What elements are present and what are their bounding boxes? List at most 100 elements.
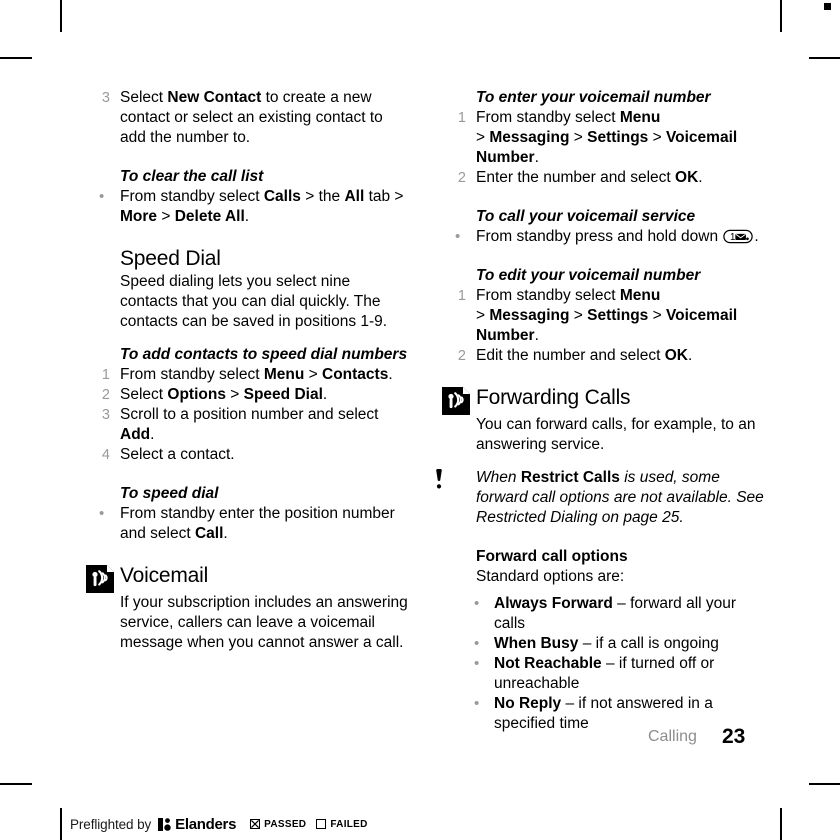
passed-label: PASSED xyxy=(264,818,307,830)
heading-to-enter-your-voicemail-number: To enter your voicemail number xyxy=(476,89,711,106)
separator-1: > xyxy=(569,307,588,324)
left-column: 3 Select New Contact to create a new cont… xyxy=(86,88,408,653)
text-pre: Select xyxy=(120,386,168,403)
heading-to-clear-the-call-list: To clear the call list xyxy=(120,168,264,185)
menu-term-menu: Menu xyxy=(619,287,661,304)
list-item: • From standby enter the position number … xyxy=(96,504,408,544)
section-voicemail: Voicemail xyxy=(86,563,408,593)
option-dash: – xyxy=(578,635,596,652)
note-text-pre: When xyxy=(476,469,521,486)
text-end: . xyxy=(534,327,539,344)
option-description: if a call is ongoing xyxy=(595,635,719,652)
bullet-marker: • xyxy=(455,228,461,245)
forward-call-options-list: • Always Forward – forward all your calls… xyxy=(452,594,764,734)
add-contacts-steps-list: 1 From standby select Menu > Contacts. 2S… xyxy=(96,365,408,465)
list-item: • Always Forward – forward all your calls xyxy=(452,594,764,634)
list-item: 2 Enter the number and select OK. xyxy=(452,168,764,188)
list-item: 1 From standby select Menu > Messaging > S… xyxy=(452,108,764,168)
step-number: 3 xyxy=(101,90,110,106)
note-exclamation-icon xyxy=(432,468,446,491)
list-item: 3 Select New Contact to create a new cont… xyxy=(96,88,408,148)
failed-checkbox[interactable] xyxy=(316,819,327,829)
right-column: To enter your voicemail number 1 From sta… xyxy=(436,88,764,734)
option-name: Always Forward xyxy=(494,595,613,612)
text-pre: Select a contact. xyxy=(120,446,235,463)
menu-term-all: All xyxy=(344,188,365,205)
preflight-brand-name: Elanders xyxy=(175,815,237,833)
text-end: . xyxy=(754,228,759,245)
menu-term-restrict-calls: Restrict Calls xyxy=(520,469,620,486)
step-number: 2 xyxy=(457,170,466,186)
step-number: 1 xyxy=(457,288,466,304)
enter-voicemail-steps-list: 1 From standby select Menu > Messaging > S… xyxy=(452,108,764,188)
section-forwarding-calls: Forwarding Calls xyxy=(442,385,764,415)
preflight-check-group: PASSED FAILED xyxy=(250,819,378,830)
heading-speed-dial: Speed Dial xyxy=(120,247,221,270)
text-pre: Enter the number and select xyxy=(476,169,676,186)
menu-term-menu: Menu xyxy=(263,366,305,383)
text-end: . xyxy=(687,347,693,364)
to-speed-dial-bullets: • From standby enter the position number … xyxy=(96,504,408,544)
menu-term-messaging: Messaging xyxy=(489,307,570,324)
text-pre: From standby select xyxy=(476,287,620,304)
list-item: 1 From standby select Menu > Contacts. xyxy=(96,365,408,385)
list-item: • Not Reachable – if turned off or unreac… xyxy=(452,654,764,694)
menu-term-menu: Menu xyxy=(619,109,661,126)
heading-to-add-contacts-to-speed-dial-numbers: To add contacts to speed dial numbers xyxy=(120,346,408,363)
preflight-failed-item: FAILED xyxy=(316,819,367,830)
list-item: • From standby select Calls > the All tab… xyxy=(96,187,408,227)
list-item: 1 From standby select Menu > Messaging > S… xyxy=(452,286,764,346)
list-item: • From standby press and hold down 1. xyxy=(452,227,764,247)
edit-voicemail-steps-list: 1 From standby select Menu > Messaging > S… xyxy=(452,286,764,366)
option-dash: – xyxy=(601,655,619,672)
separator-2: > xyxy=(648,307,666,324)
footer-page-number: 23 xyxy=(722,725,746,748)
bullet-marker: • xyxy=(474,695,480,712)
bullet-marker: • xyxy=(474,655,480,672)
heading-to-speed-dial: To speed dial xyxy=(120,485,219,502)
list-item: 2 Edit the number and select OK. xyxy=(452,346,764,366)
text-pre: Scroll to a position number and select xyxy=(120,406,379,423)
text-pre: From standby enter the position number a… xyxy=(120,505,395,542)
footer-section-name: Calling xyxy=(648,728,697,745)
step-number: 2 xyxy=(101,387,110,403)
text-pre: Edit the number and select xyxy=(476,347,665,364)
passed-checkbox[interactable] xyxy=(250,819,261,829)
voicemail-body-text: If your subscription includes an answeri… xyxy=(120,594,408,651)
text-pre: From standby press and hold down xyxy=(476,228,723,245)
failed-label: FAILED xyxy=(330,818,368,830)
step-number: 1 xyxy=(457,110,466,126)
call-voicemail-bullets: • From standby press and hold down 1. xyxy=(452,227,764,247)
separator: > xyxy=(304,366,322,383)
text-end: . xyxy=(223,525,228,542)
elanders-logo-icon xyxy=(158,817,171,831)
manual-page: 3 Select New Contact to create a new cont… xyxy=(0,0,840,840)
option-dash: – xyxy=(561,695,579,712)
list-item: 2 Select Options > Speed Dial. xyxy=(96,385,408,405)
list-item: 3 Scroll to a position number and select … xyxy=(96,405,408,445)
continued-steps-list: 3 Select New Contact to create a new cont… xyxy=(96,88,408,148)
forward-call-options-intro: Standard options are: xyxy=(476,568,625,585)
page-footer: Calling 23 xyxy=(452,725,752,754)
bullet-marker: • xyxy=(474,595,480,612)
list-item: • When Busy – if a call is ongoing xyxy=(452,634,764,654)
section-title-forwarding-calls: Forwarding Calls xyxy=(476,386,631,409)
menu-term-add: Add xyxy=(120,426,151,443)
step-number: 4 xyxy=(101,447,110,463)
separator-gt: > xyxy=(476,307,490,324)
heading-forward-call-options: Forward call options xyxy=(476,548,628,565)
menu-term-settings: Settings xyxy=(587,129,649,146)
text-end: . xyxy=(388,366,393,383)
speed-dial-body-text: Speed dialing lets you select nine conta… xyxy=(120,273,388,330)
separator-1: > xyxy=(569,129,588,146)
text-end: . xyxy=(322,386,328,403)
preflight-passed-item: PASSED xyxy=(250,819,306,830)
menu-term-calls: Calls xyxy=(263,188,301,205)
menu-term-settings: Settings xyxy=(587,307,649,324)
